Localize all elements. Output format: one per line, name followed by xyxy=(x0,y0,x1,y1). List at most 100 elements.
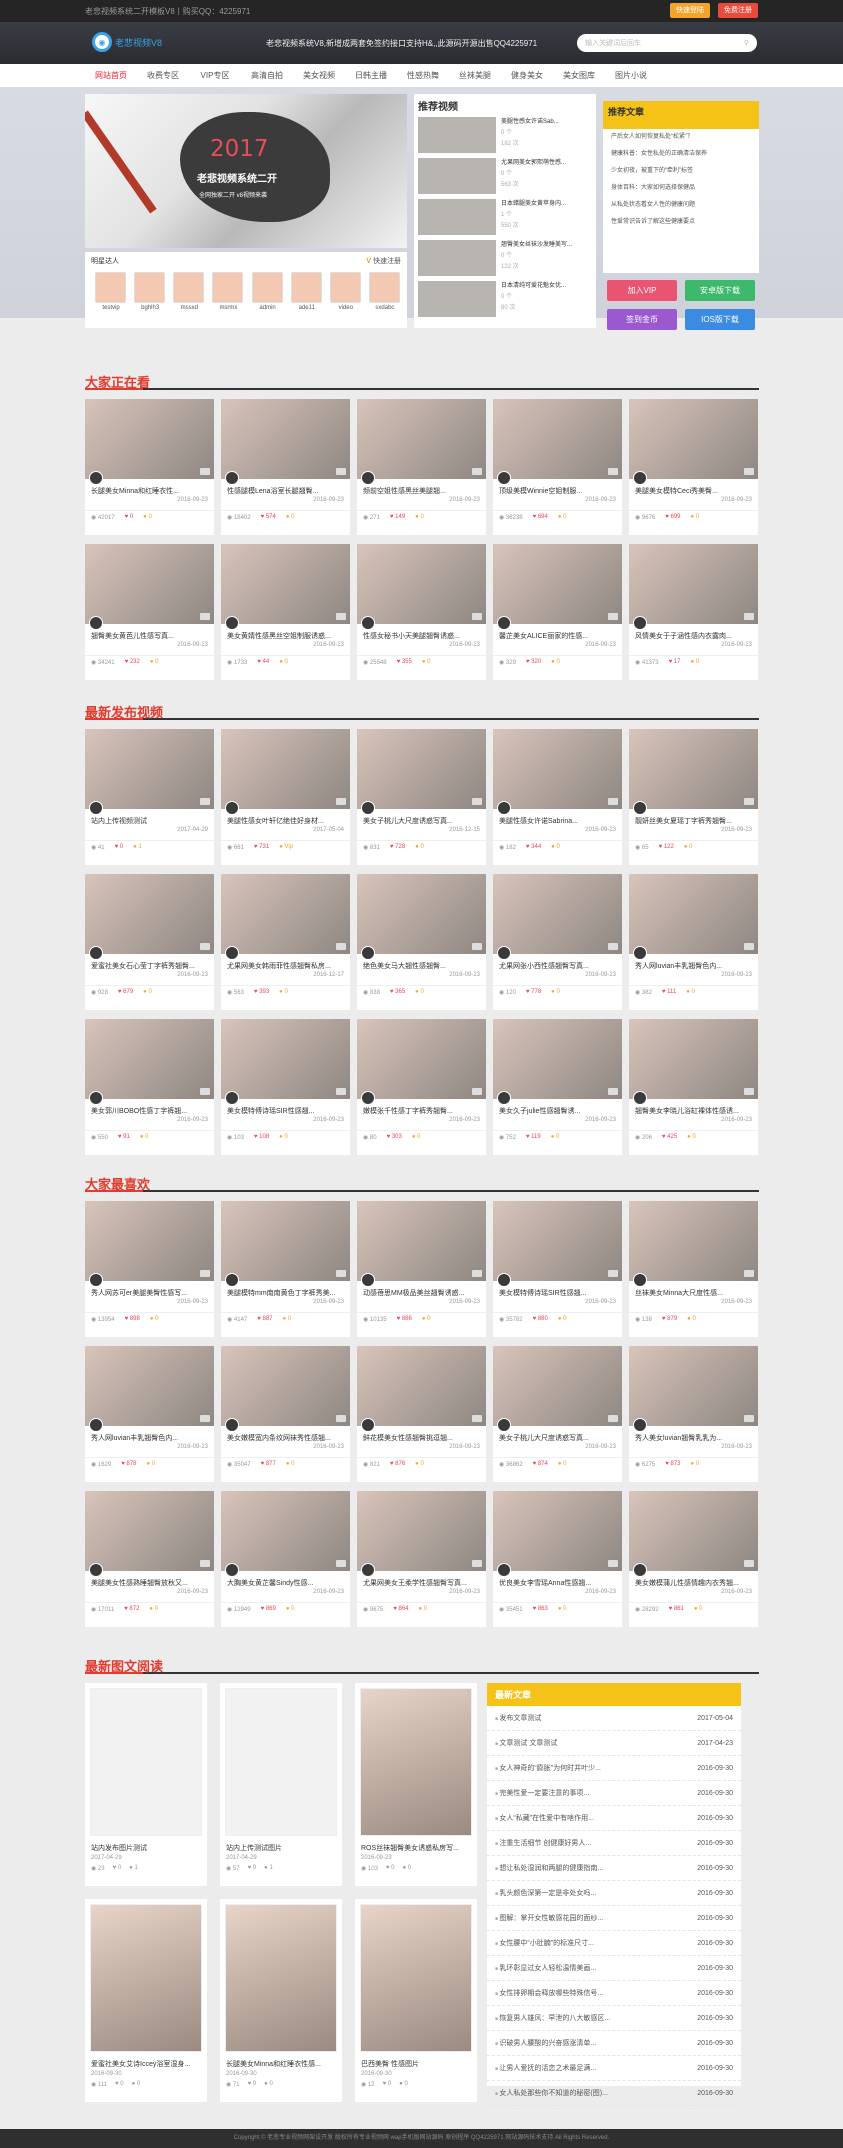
video-thumb[interactable] xyxy=(493,1491,622,1577)
video-title[interactable]: 美腿性感女叶轩亿绝佳好身材... xyxy=(221,809,350,827)
video-thumb[interactable] xyxy=(357,874,486,960)
video-title[interactable]: 尤果网张小西性感翘臀写真... xyxy=(493,954,622,972)
video-title[interactable]: 美女子桃儿大尺度诱惑写真... xyxy=(357,809,486,827)
video-card[interactable]: 美女久子julie性感翘臀诱... 2016-09-23 ◉ 752 ♥ 119 ● 0 xyxy=(493,1019,622,1155)
logo[interactable]: ◉ 老悲视频V8 xyxy=(92,32,162,52)
article-thumb[interactable] xyxy=(360,1904,472,2052)
newest-article-title[interactable]: 图解：掌开女性敏感花园的面纱... xyxy=(495,1913,603,1923)
video-card[interactable]: 爱蜜社美女石心莹丁字裤秀翘臀... 2016-09-23 ◉ 928 ♥ 679 ● 0 xyxy=(85,874,214,1010)
newest-article-title[interactable]: 女性腰中“小肚腩”的标准尺寸... xyxy=(495,1938,594,1948)
newest-article-item[interactable]: 想让私处湿润和两腿的健康指南... 2016-09-30 xyxy=(487,1856,741,1881)
video-title[interactable]: 美女子桃儿大尺度诱惑写真... xyxy=(493,1426,622,1444)
video-title[interactable]: 频前空姐性感黑丝美腿翘... xyxy=(357,479,486,497)
video-thumb[interactable] xyxy=(493,874,622,960)
video-card[interactable]: 长腿美女Minna和红睡衣性... 2016-09-23 ◉ 42017 ♥ 0 ● 0 xyxy=(85,399,214,535)
video-card[interactable]: 美女郭川BOBO性感丁字裤翘... 2016-09-23 ◉ 550 ♥ 91 ● 0 xyxy=(85,1019,214,1155)
video-card[interactable]: 美女子桃儿大尺度诱惑写真... 2016-12-15 ◉ 831 ♥ 728 ● 0 xyxy=(357,729,486,865)
video-card[interactable]: 动感蓓思MM极品美丝翘臀诱惑... 2016-09-23 ◉ 10135 ♥ 886 ●… xyxy=(357,1201,486,1337)
user-avatar[interactable]: testvip xyxy=(95,272,127,311)
video-card[interactable]: 站内上传视频测试 2017-04-29 ◉ 41 ♥ 0 ● 1 xyxy=(85,729,214,865)
video-thumb[interactable] xyxy=(221,1019,350,1105)
video-title[interactable]: 靓妍丝美女夏瑶丁字裤秀翘臀... xyxy=(629,809,758,827)
newest-article-title[interactable]: 女人神奇的“膨胀”为何时并叶少... xyxy=(495,1763,601,1773)
recommend-item[interactable]: 美腿性感女许诺Sab... 0 个 182 次 xyxy=(418,117,592,158)
video-card[interactable]: 美女模特傅诗瑶SIR性感翘... 2016-09-23 ◉ 103 ♥ 108 ● 0 xyxy=(221,1019,350,1155)
video-card[interactable]: 绝色美女马大翘性感翘臀... 2016-09-23 ◉ 838 ♥ 365 ● 0 xyxy=(357,874,486,1010)
video-card[interactable]: 鲜花模美女性感翘臀挑逗翘... 2016-09-23 ◉ 821 ♥ 876 ● 0 xyxy=(357,1346,486,1482)
video-title[interactable]: 绝色美女马大翘性感翘臀... xyxy=(357,954,486,972)
video-thumb[interactable] xyxy=(357,1491,486,1577)
newest-article-title[interactable]: 恢复男人雄风：早泄的八大敏感区... xyxy=(495,2013,610,2023)
video-card[interactable]: 顶级美模Winnie空姐制服... 2016-09-23 ◉ 36238 ♥ 694 ●… xyxy=(493,399,622,535)
video-thumb[interactable] xyxy=(85,729,214,815)
nav-item[interactable]: 图片小说 xyxy=(605,70,657,81)
video-thumb[interactable] xyxy=(629,729,758,815)
newest-article-title[interactable]: 乳环彰显过女人轻松温情美画... xyxy=(495,1963,596,1973)
quick-register-link[interactable]: V 快速注册 xyxy=(366,256,401,266)
user-avatar[interactable]: video xyxy=(329,272,362,311)
article-thumb[interactable] xyxy=(360,1688,472,1836)
video-card[interactable]: 美腿美女性感熟睡翘臀放秋又... 2016-09-23 ◉ 17011 ♥ 872 ● … xyxy=(85,1491,214,1627)
video-thumb[interactable] xyxy=(85,1491,214,1577)
newest-article-item[interactable]: 恢复男人雄风：早泄的八大敏感区... 2016-09-30 xyxy=(487,2006,741,2031)
video-title[interactable]: 美女久子julie性感翘臀诱... xyxy=(493,1099,622,1117)
hot-article-link[interactable]: 性爱常识告诉了解这些健康要点 xyxy=(603,214,759,231)
article-thumb[interactable] xyxy=(90,1904,202,2052)
video-card[interactable]: 秀人网苏可er美腿美臀性感写... 2016-09-23 ◉ 13954 ♥ 898 ●… xyxy=(85,1201,214,1337)
video-thumb[interactable] xyxy=(221,399,350,485)
article-card[interactable]: 站内发布图片测试 2017-04-29 ◉ 23 ♥ 0 ● 1 xyxy=(85,1683,207,1886)
video-thumb[interactable] xyxy=(493,1019,622,1105)
video-card[interactable]: 嫩模张千性感丁字裤秀翘臀... 2016-09-23 ◉ 80 ♥ 303 ● 0 xyxy=(357,1019,486,1155)
video-title[interactable]: 顶级美模Winnie空姐制服... xyxy=(493,479,622,497)
newest-article-item[interactable]: 注重生活细节 创健康好男人... 2016-09-30 xyxy=(487,1831,741,1856)
video-title[interactable]: 秀人网苏可er美腿美臀性感写... xyxy=(85,1281,214,1299)
video-title[interactable]: 美女嫩模宽内条纹网袜秀性感翘... xyxy=(221,1426,350,1444)
video-title[interactable]: 翘臀美女黄芭儿性感写真... xyxy=(85,624,214,642)
video-title[interactable]: 优良美女李雪瑶Anna性感翘... xyxy=(493,1571,622,1589)
video-card[interactable]: 靓妍丝美女夏瑶丁字裤秀翘臀... 2016-09-23 ◉ 65 ♥ 122 ● 0 xyxy=(629,729,758,865)
hot-article-link[interactable]: 从私处状态看女人性的健康问题 xyxy=(603,197,759,214)
hot-article-link[interactable]: 产后女人如何恢复私处“松紧”？ xyxy=(603,129,759,146)
nav-item[interactable]: 美女视频 xyxy=(293,70,345,81)
nav-item[interactable]: 性感热舞 xyxy=(397,70,449,81)
video-thumb[interactable] xyxy=(357,1346,486,1432)
video-thumb[interactable] xyxy=(357,399,486,485)
newest-article-item[interactable]: 女人神奇的“膨胀”为何时并叶少... 2016-09-30 xyxy=(487,1756,741,1781)
nav-item[interactable]: 高清自拍 xyxy=(241,70,293,81)
video-card[interactable]: 性感腿模Lena浴室长腿翘臀... 2016-09-23 ◉ 18402 ♥ 574 ●… xyxy=(221,399,350,535)
video-title[interactable]: 尤果网美女王柔学性感翘臀写真... xyxy=(357,1571,486,1589)
video-title[interactable]: 美腿美女性感熟睡翘臀放秋又... xyxy=(85,1571,214,1589)
user-avatar[interactable]: ade11 xyxy=(290,272,323,311)
video-thumb[interactable] xyxy=(221,544,350,630)
video-card[interactable]: 频前空姐性感黑丝美腿翘... 2016-09-23 ◉ 271 ♥ 149 ● 0 xyxy=(357,399,486,535)
video-card[interactable]: 美女嫩模蒲儿性感情趣内衣秀翘... 2016-09-23 ◉ 28292 ♥ 861 ●… xyxy=(629,1491,758,1627)
video-title[interactable]: 馨芷美女ALICE丽家的性感... xyxy=(493,624,622,642)
video-card[interactable]: 性感女秘书小天美腿翘臀诱惑... 2016-09-23 ◉ 25548 ♥ 355 ● … xyxy=(357,544,486,680)
video-card[interactable]: 秀人网luvian丰乳翘臀色内... 2016-09-23 ◉ 382 ♥ 111 ● … xyxy=(629,874,758,1010)
article-title[interactable]: 长腿美女Minna和红睡衣性感... xyxy=(220,2057,342,2071)
newest-article-item[interactable]: 让男人爱抚的活恋之术最足满... 2016-09-30 xyxy=(487,2056,741,2081)
hot-article-link[interactable]: 健康科普：女性私处的正确清洁保养 xyxy=(603,146,759,163)
video-title[interactable]: 秀人美女luvian翘臀乳乳为... xyxy=(629,1426,758,1444)
newest-article-item[interactable]: 完美性爱一定要注意的事项... 2016-09-30 xyxy=(487,1781,741,1806)
article-card[interactable]: 爱蜜社美女艾诗Iccey浴室湿身... 2016-09-30 ◉ 111 ♥ 0 ● 0 xyxy=(85,1899,207,2102)
video-card[interactable]: 尤果网张小西性感翘臀写真... 2016-09-23 ◉ 120 ♥ 778 ● 0 xyxy=(493,874,622,1010)
video-card[interactable]: 馨芷美女ALICE丽家的性感... 2016-09-23 ◉ 329 ♥ 320 ● 0 xyxy=(493,544,622,680)
video-card[interactable]: 美腿模特mm南南黄色丁字裤秀美... 2016-09-23 ◉ 4147 ♥ 887 ●… xyxy=(221,1201,350,1337)
video-title[interactable]: 翘臀美女李晓儿浴缸裸体性感诱... xyxy=(629,1099,758,1117)
video-card[interactable]: 美女嫩模宽内条纹网袜秀性感翘... 2016-09-23 ◉ 35047 ♥ 877 ●… xyxy=(221,1346,350,1482)
nav-item[interactable]: 日韩主播 xyxy=(345,70,397,81)
video-thumb[interactable] xyxy=(493,399,622,485)
video-thumb[interactable] xyxy=(629,1019,758,1105)
video-card[interactable]: 美腿性感女叶轩亿绝佳好身材... 2017-05-04 ◉ 661 ♥ 731 ● Vi… xyxy=(221,729,350,865)
nav-item[interactable]: 网站首页 xyxy=(85,70,137,81)
nav-item[interactable]: VIP专区 xyxy=(189,70,241,81)
newest-article-title[interactable]: 识破男人腰酸的兴奋感涨清单... xyxy=(495,2038,596,2048)
video-thumb[interactable] xyxy=(85,1019,214,1105)
video-thumb[interactable] xyxy=(493,544,622,630)
video-thumb[interactable] xyxy=(85,544,214,630)
video-thumb[interactable] xyxy=(629,544,758,630)
article-thumb[interactable] xyxy=(225,1688,337,1836)
video-thumb[interactable] xyxy=(221,1346,350,1432)
newest-article-title[interactable]: 女人“私藏”在性爱中有啥作用... xyxy=(495,1813,594,1823)
